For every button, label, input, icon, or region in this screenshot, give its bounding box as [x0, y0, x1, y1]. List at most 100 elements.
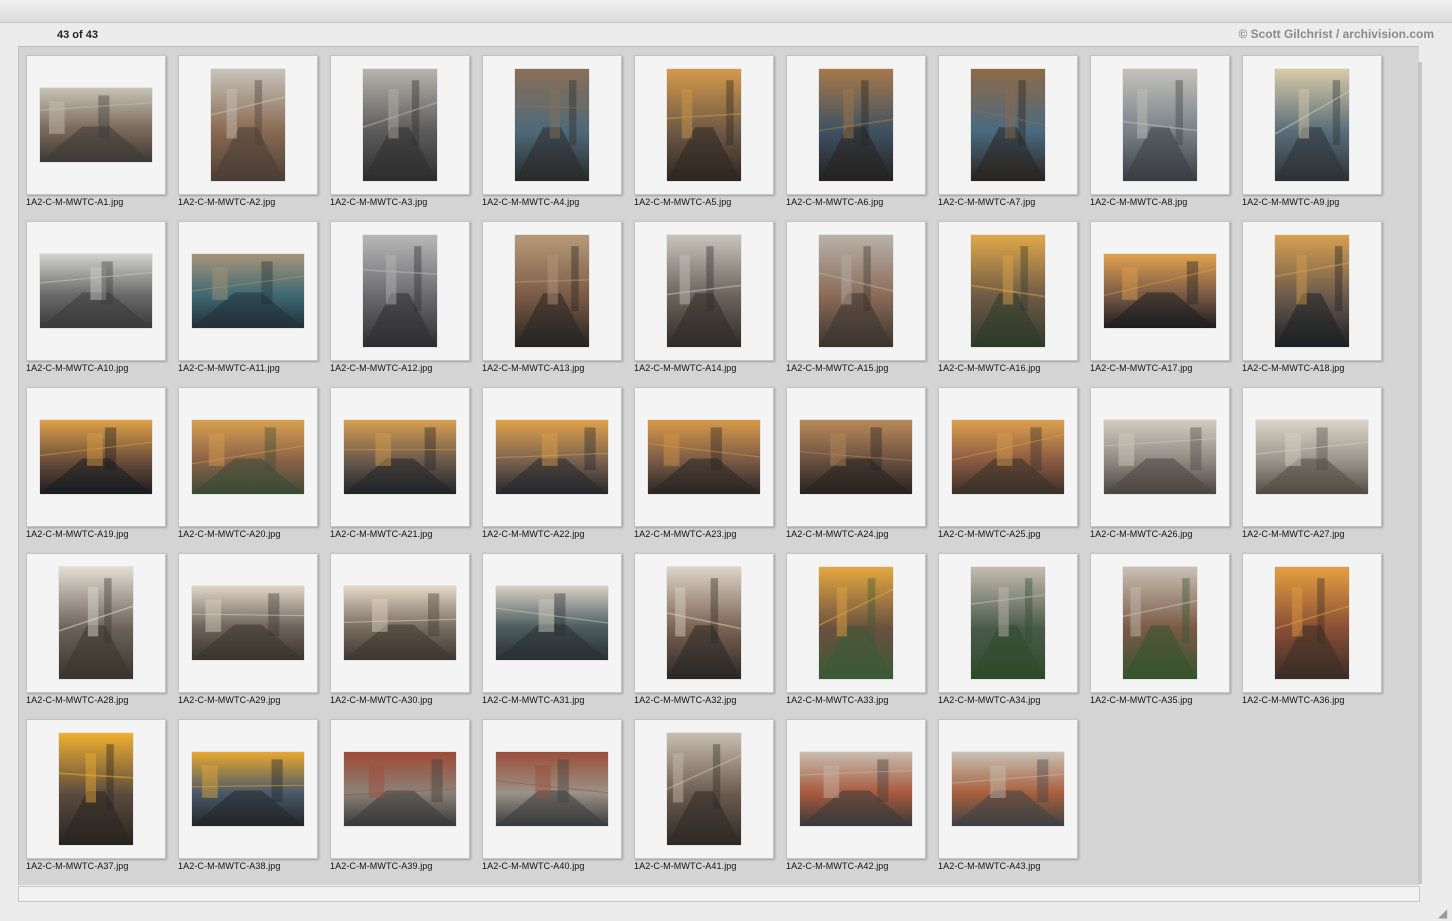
thumbnail-frame[interactable] [330, 553, 470, 693]
thumbnail-image[interactable] [515, 235, 589, 347]
thumbnail-frame[interactable] [1090, 221, 1230, 361]
thumbnail-frame[interactable] [1090, 55, 1230, 195]
thumbnail-item[interactable]: 1A2-C-M-MWTC-A9.jpg [1242, 55, 1394, 221]
thumbnail-frame[interactable] [938, 719, 1078, 859]
thumbnail-frame[interactable] [1242, 55, 1382, 195]
thumbnail-item[interactable]: 1A2-C-M-MWTC-A21.jpg [330, 387, 482, 553]
thumbnail-image[interactable] [192, 254, 304, 328]
thumbnail-item[interactable]: 1A2-C-M-MWTC-A3.jpg [330, 55, 482, 221]
thumbnail-image[interactable] [800, 752, 912, 826]
thumbnail-item[interactable]: 1A2-C-M-MWTC-A16.jpg [938, 221, 1090, 387]
thumbnail-image[interactable] [496, 752, 608, 826]
thumbnail-item[interactable]: 1A2-C-M-MWTC-A17.jpg [1090, 221, 1242, 387]
thumbnail-item[interactable]: 1A2-C-M-MWTC-A10.jpg [26, 221, 178, 387]
thumbnail-frame[interactable] [938, 55, 1078, 195]
thumbnail-item[interactable]: 1A2-C-M-MWTC-A43.jpg [938, 719, 1090, 885]
thumbnail-frame[interactable] [330, 221, 470, 361]
thumbnail-image[interactable] [1256, 420, 1368, 494]
thumbnail-image[interactable] [952, 752, 1064, 826]
thumbnail-item[interactable]: 1A2-C-M-MWTC-A24.jpg [786, 387, 938, 553]
thumbnail-image[interactable] [344, 752, 456, 826]
thumbnail-image[interactable] [971, 235, 1045, 347]
thumbnail-item[interactable]: 1A2-C-M-MWTC-A42.jpg [786, 719, 938, 885]
thumbnail-item[interactable]: 1A2-C-M-MWTC-A35.jpg [1090, 553, 1242, 719]
thumbnail-image[interactable] [1104, 254, 1216, 328]
thumbnail-image[interactable] [496, 586, 608, 660]
thumbnail-frame[interactable] [938, 221, 1078, 361]
thumbnail-image[interactable] [40, 254, 152, 328]
thumbnail-frame[interactable] [26, 387, 166, 527]
thumbnail-image[interactable] [496, 420, 608, 494]
thumbnail-frame[interactable] [178, 553, 318, 693]
thumbnail-frame[interactable] [482, 553, 622, 693]
thumbnail-item[interactable]: 1A2-C-M-MWTC-A41.jpg [634, 719, 786, 885]
thumbnail-image[interactable] [819, 69, 893, 181]
thumbnail-item[interactable]: 1A2-C-M-MWTC-A11.jpg [178, 221, 330, 387]
thumbnail-frame[interactable] [634, 55, 774, 195]
thumbnail-item[interactable]: 1A2-C-M-MWTC-A29.jpg [178, 553, 330, 719]
thumbnail-image[interactable] [344, 586, 456, 660]
thumbnail-frame[interactable] [178, 221, 318, 361]
thumbnail-item[interactable]: 1A2-C-M-MWTC-A20.jpg [178, 387, 330, 553]
thumbnail-image[interactable] [667, 235, 741, 347]
thumbnail-item[interactable]: 1A2-C-M-MWTC-A8.jpg [1090, 55, 1242, 221]
thumbnail-frame[interactable] [482, 387, 622, 527]
thumbnail-item[interactable]: 1A2-C-M-MWTC-A28.jpg [26, 553, 178, 719]
thumbnail-frame[interactable] [330, 387, 470, 527]
thumbnail-item[interactable]: 1A2-C-M-MWTC-A34.jpg [938, 553, 1090, 719]
thumbnail-item[interactable]: 1A2-C-M-MWTC-A31.jpg [482, 553, 634, 719]
thumbnail-item[interactable]: 1A2-C-M-MWTC-A15.jpg [786, 221, 938, 387]
thumbnail-item[interactable]: 1A2-C-M-MWTC-A12.jpg [330, 221, 482, 387]
thumbnail-frame[interactable] [1242, 387, 1382, 527]
thumbnail-item[interactable]: 1A2-C-M-MWTC-A26.jpg [1090, 387, 1242, 553]
thumbnail-frame[interactable] [330, 719, 470, 859]
thumbnail-image[interactable] [59, 733, 133, 845]
thumbnail-image[interactable] [59, 567, 133, 679]
thumbnail-item[interactable]: 1A2-C-M-MWTC-A23.jpg [634, 387, 786, 553]
thumbnail-image[interactable] [192, 752, 304, 826]
thumbnail-item[interactable]: 1A2-C-M-MWTC-A38.jpg [178, 719, 330, 885]
thumbnail-item[interactable]: 1A2-C-M-MWTC-A6.jpg [786, 55, 938, 221]
thumbnail-image[interactable] [819, 235, 893, 347]
thumbnail-frame[interactable] [26, 221, 166, 361]
thumbnail-image[interactable] [971, 69, 1045, 181]
thumbnail-image[interactable] [648, 420, 760, 494]
thumbnail-frame[interactable] [1242, 221, 1382, 361]
thumbnail-frame[interactable] [1090, 553, 1230, 693]
thumbnail-image[interactable] [667, 733, 741, 845]
thumbnail-image[interactable] [363, 235, 437, 347]
thumbnail-item[interactable]: 1A2-C-M-MWTC-A19.jpg [26, 387, 178, 553]
thumbnail-item[interactable]: 1A2-C-M-MWTC-A37.jpg [26, 719, 178, 885]
thumbnail-frame[interactable] [938, 553, 1078, 693]
thumbnail-image[interactable] [211, 69, 285, 181]
thumbnail-item[interactable]: 1A2-C-M-MWTC-A40.jpg [482, 719, 634, 885]
thumbnail-frame[interactable] [938, 387, 1078, 527]
thumbnail-item[interactable]: 1A2-C-M-MWTC-A13.jpg [482, 221, 634, 387]
thumbnail-image[interactable] [40, 420, 152, 494]
thumbnail-image[interactable] [952, 420, 1064, 494]
thumbnail-frame[interactable] [634, 221, 774, 361]
thumbnail-item[interactable]: 1A2-C-M-MWTC-A39.jpg [330, 719, 482, 885]
thumbnail-image[interactable] [192, 586, 304, 660]
thumbnail-frame[interactable] [26, 553, 166, 693]
thumbnail-frame[interactable] [330, 55, 470, 195]
thumbnail-frame[interactable] [1090, 387, 1230, 527]
thumbnail-item[interactable]: 1A2-C-M-MWTC-A30.jpg [330, 553, 482, 719]
thumbnail-image[interactable] [800, 420, 912, 494]
thumbnail-item[interactable]: 1A2-C-M-MWTC-A18.jpg [1242, 221, 1394, 387]
thumbnail-frame[interactable] [634, 553, 774, 693]
thumbnail-item[interactable]: 1A2-C-M-MWTC-A22.jpg [482, 387, 634, 553]
thumbnail-item[interactable]: 1A2-C-M-MWTC-A4.jpg [482, 55, 634, 221]
thumbnail-image[interactable] [971, 567, 1045, 679]
thumbnail-image[interactable] [1275, 567, 1349, 679]
thumbnail-item[interactable]: 1A2-C-M-MWTC-A25.jpg [938, 387, 1090, 553]
thumbnail-image[interactable] [192, 420, 304, 494]
thumbnail-frame[interactable] [178, 387, 318, 527]
thumbnail-item[interactable]: 1A2-C-M-MWTC-A36.jpg [1242, 553, 1394, 719]
thumbnail-item[interactable]: 1A2-C-M-MWTC-A1.jpg [26, 55, 178, 221]
thumbnail-image[interactable] [1275, 235, 1349, 347]
thumbnail-image[interactable] [1123, 567, 1197, 679]
thumbnail-image[interactable] [40, 88, 152, 162]
thumbnail-item[interactable]: 1A2-C-M-MWTC-A32.jpg [634, 553, 786, 719]
thumbnail-frame[interactable] [786, 387, 926, 527]
